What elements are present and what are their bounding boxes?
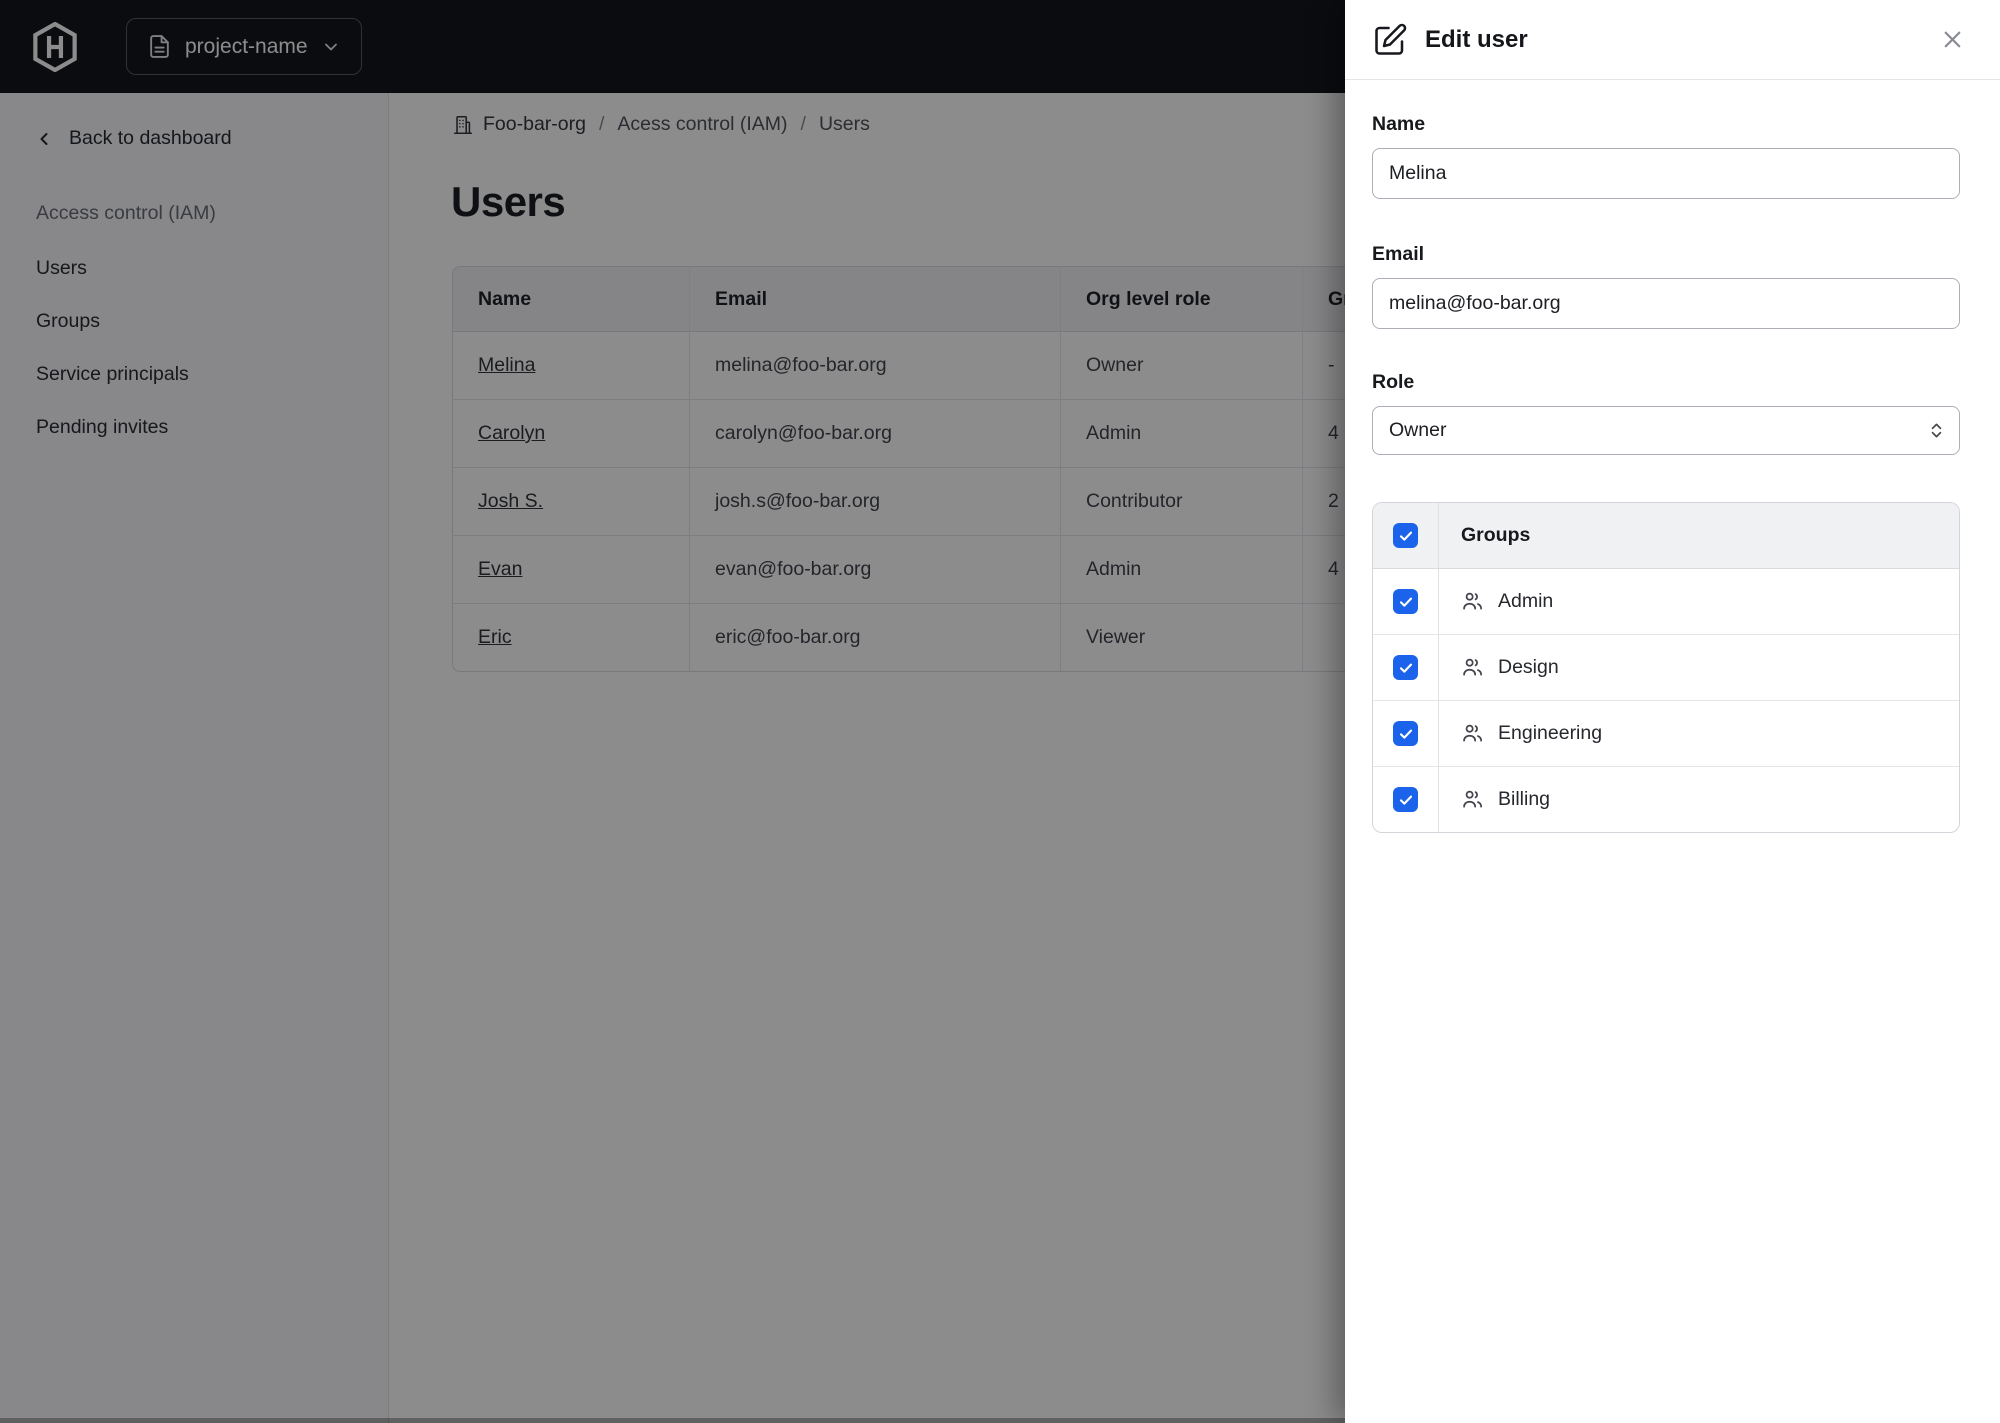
drawer-body: Name Email Role Owner Gro [1345, 80, 2000, 833]
name-field[interactable] [1372, 148, 1960, 199]
email-field-label: Email [1372, 243, 1425, 265]
drawer-header: Edit user [1345, 0, 2000, 80]
users-group-icon [1461, 788, 1484, 811]
groups-panel-title: Groups [1461, 524, 1531, 546]
group-checkbox-billing[interactable] [1393, 787, 1418, 812]
group-checkbox-engineering[interactable] [1393, 721, 1418, 746]
groups-panel: Groups Admin Design Engineering Billing [1372, 502, 1960, 833]
role-field-label: Role [1372, 371, 1415, 393]
role-select[interactable]: Owner [1372, 406, 1960, 455]
select-stepper-icon [1926, 420, 1947, 441]
users-group-icon [1461, 656, 1484, 679]
drawer-title: Edit user [1425, 25, 1528, 53]
groups-select-all-checkbox[interactable] [1393, 523, 1418, 548]
users-group-icon [1461, 590, 1484, 613]
role-selected-value: Owner [1389, 419, 1447, 441]
close-icon[interactable] [1935, 22, 1970, 57]
edit-user-drawer: Edit user Name Email Role Owner [1345, 0, 2000, 1423]
edit-pencil-icon [1372, 22, 1408, 58]
group-row-engineering: Engineering [1373, 701, 1959, 767]
email-field[interactable] [1372, 278, 1960, 329]
group-checkbox-admin[interactable] [1393, 589, 1418, 614]
users-group-icon [1461, 722, 1484, 745]
groups-panel-header: Groups [1373, 503, 1959, 569]
group-label: Engineering [1498, 722, 1603, 744]
group-checkbox-design[interactable] [1393, 655, 1418, 680]
group-label: Billing [1498, 788, 1551, 810]
group-label: Design [1498, 656, 1559, 678]
group-row-design: Design [1373, 635, 1959, 701]
name-field-label: Name [1372, 113, 1426, 135]
bottom-edge-divider [0, 1418, 1345, 1423]
group-row-billing: Billing [1373, 767, 1959, 832]
group-row-admin: Admin [1373, 569, 1959, 635]
group-label: Admin [1498, 590, 1554, 612]
